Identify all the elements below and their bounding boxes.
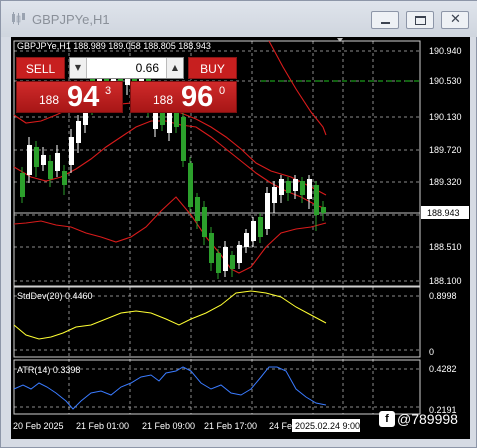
price-label-0: 190.940 [429,46,462,56]
atr-axis-max: 0.4282 [429,364,457,374]
time-highlight-value: 2025.02.24 9:00 [295,421,360,431]
atr-label: ATR(14) 0.3398 [17,365,80,375]
chart-area[interactable]: 190.940 190.530 190.130 189.720 189.320 … [11,37,470,439]
one-click-trading-panel: SELL ▼ 0.66 ▲ BUY 188 94 3 188 96 0 [16,57,237,113]
time-label-0: 20 Feb 2025 [13,421,64,431]
price-label-3: 189.720 [429,145,462,155]
bid-price-box[interactable]: 188 94 3 [16,81,123,113]
window-title: GBPJPYe,H1 [32,12,110,27]
symbol-info: GBPJPYe,H1 188.989 189.058 188.805 188.9… [17,41,211,51]
lot-size-value[interactable]: 0.66 [88,58,165,78]
buy-button[interactable]: BUY [188,57,237,79]
minimize-button[interactable] [371,11,399,29]
chart-window: GBPJPYe,H1 ✕ 190.940 190.530 190.130 189… [0,0,477,448]
lot-decrease-icon[interactable]: ▼ [70,58,87,78]
bid-price-prefix: 188 [39,93,60,107]
middle-band [13,120,327,210]
current-price-value: 188.943 [427,208,460,218]
ask-price-fraction: 0 [219,85,226,97]
lot-size-input[interactable]: ▼ 0.66 ▲ [69,57,184,79]
lower-band [13,196,327,274]
close-button[interactable]: ✕ [441,11,469,29]
price-label-5: 188.510 [429,242,462,252]
lot-increase-icon[interactable]: ▲ [166,58,183,78]
price-label-1: 190.530 [429,76,462,86]
stddev-axis-max: 0.8998 [429,291,457,301]
candlestick-chart-icon [12,12,25,25]
stddev-axis-min: 0 [429,347,434,357]
time-label-3: 21 Feb 17:00 [204,421,257,431]
upper-band-right [268,40,327,136]
price-label-6: 188.100 [429,276,462,286]
ask-price-prefix: 188 [153,93,174,107]
stddev-label: StdDev(20) 0.4460 [17,291,93,301]
bid-price-main: 94 [67,81,100,113]
social-logo-icon: f [379,411,395,427]
maximize-button[interactable] [406,11,434,29]
bid-price-fraction: 3 [105,85,112,97]
price-label-2: 190.130 [429,112,462,122]
time-label-1: 21 Feb 01:00 [76,421,129,431]
sell-button[interactable]: SELL [16,57,65,79]
ask-price-box[interactable]: 188 96 0 [130,81,237,113]
price-label-4: 189.320 [429,177,462,187]
watermark-text: @789998 [397,411,458,427]
titlebar[interactable]: GBPJPYe,H1 ✕ [1,1,477,37]
maximize-icon [415,16,426,25]
ask-price-main: 96 [181,81,214,113]
close-icon: ✕ [450,12,461,27]
minimize-icon [381,22,390,24]
time-label-2: 21 Feb 09:00 [142,421,195,431]
watermark: f @789998 [379,411,458,427]
